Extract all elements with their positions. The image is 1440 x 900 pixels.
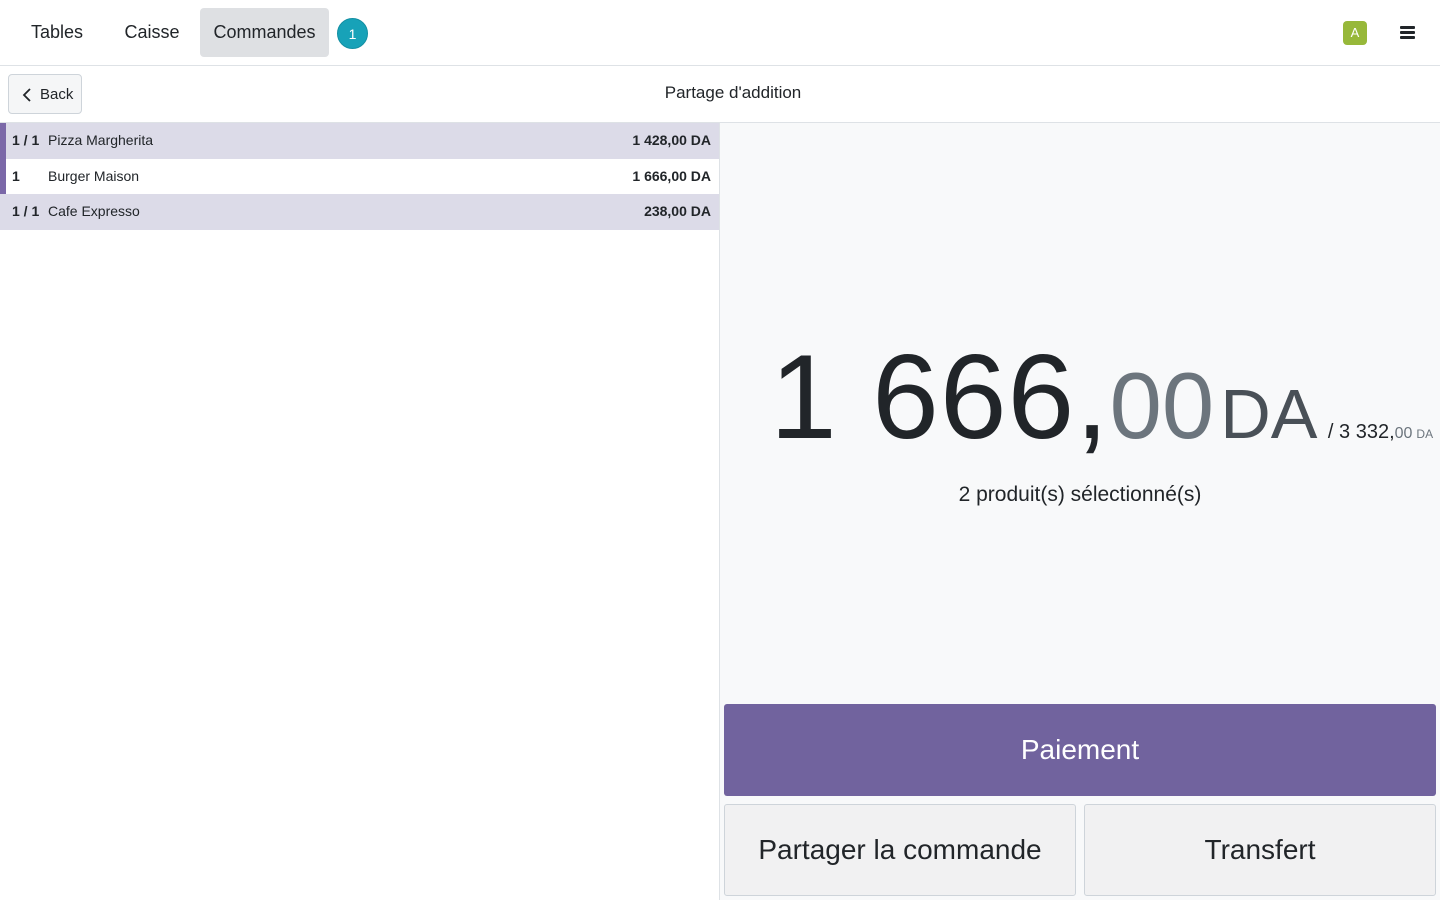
order-line[interactable]: 1 / 1 Pizza Margherita 1 428,00 DA	[0, 123, 719, 159]
tab-commandes[interactable]: Commandes	[200, 8, 329, 57]
line-product-name: Burger Maison	[48, 168, 140, 184]
order-total: / 3 332,	[1327, 421, 1395, 443]
line-price: 1 666,00 DA	[632, 168, 711, 184]
order-total-currency: DA	[1416, 427, 1434, 441]
top-navbar: Tables Caisse Commandes 1 A	[0, 0, 1440, 66]
payment-button[interactable]: Paiement	[724, 704, 1436, 796]
line-product-name: Cafe Expresso	[48, 203, 140, 219]
sub-header: Back Partage d'addition	[0, 66, 1440, 123]
tab-tables[interactable]: Tables	[16, 8, 98, 57]
page-title: Partage d'addition	[664, 83, 802, 102]
order-line[interactable]: 1 / 1 Cafe Expresso 238,00 DA	[0, 194, 719, 230]
avatar[interactable]: A	[1343, 21, 1367, 45]
selected-marker	[0, 123, 6, 159]
order-lines-list: 1 / 1 Pizza Margherita 1 428,00 DA 1 Bur…	[0, 123, 720, 900]
selected-marker	[0, 159, 6, 195]
line-quantity: 1 / 1	[12, 203, 40, 219]
split-order-button[interactable]: Partager la commande	[724, 804, 1076, 896]
amount-currency: DA	[1220, 375, 1318, 453]
transfer-button[interactable]: Transfert	[1084, 804, 1436, 896]
selected-products-count: 2 produit(s) sélectionné(s)	[958, 483, 1202, 506]
order-line[interactable]: 1 Burger Maison 1 666,00 DA	[0, 159, 719, 195]
line-quantity: 1 / 1	[12, 132, 40, 148]
hamburger-menu-icon[interactable]	[1396, 22, 1420, 44]
amount-decimals: 00	[1109, 353, 1215, 458]
order-total-decimals: 00	[1394, 425, 1413, 442]
line-price: 1 428,00 DA	[632, 132, 711, 148]
line-quantity: 1	[12, 168, 20, 184]
split-summary-panel: 1 666,00DA / 3 332,00 DA 2 produit(s) sél…	[720, 123, 1440, 900]
line-price: 238,00 DA	[644, 203, 711, 219]
amount-integer: 1 666,	[770, 330, 1110, 464]
tab-caisse[interactable]: Caisse	[112, 8, 192, 57]
orders-count-badge[interactable]: 1	[337, 18, 368, 49]
line-product-name: Pizza Margherita	[48, 132, 154, 148]
selected-amount: 1 666,00DA / 3 332,00 DA	[770, 328, 1433, 466]
